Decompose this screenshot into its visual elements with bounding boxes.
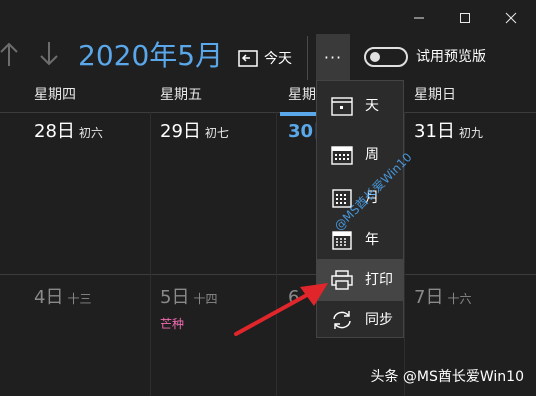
minimize-icon bbox=[414, 17, 424, 19]
close-button[interactable] bbox=[488, 4, 534, 32]
weekday-friday: 星期五 bbox=[160, 87, 202, 103]
menu-item-label: 年 bbox=[365, 232, 379, 248]
day-cell[interactable]: 4日 十三 bbox=[34, 286, 91, 311]
weekday-saturday: 星期 bbox=[288, 87, 316, 103]
solar-term-label: 芒种 bbox=[160, 317, 185, 331]
today-label: 今天 bbox=[264, 51, 292, 67]
day-view-icon bbox=[331, 97, 353, 116]
lunar-date: 初六 bbox=[78, 126, 103, 140]
day-cell[interactable]: 5日 十四 bbox=[160, 286, 217, 311]
day-number: 7日 bbox=[414, 287, 444, 308]
close-icon bbox=[505, 12, 517, 24]
minimize-button[interactable] bbox=[396, 4, 442, 32]
preview-toggle-label: 试用预览版 bbox=[416, 49, 486, 65]
lunar-date: 十三 bbox=[67, 292, 92, 306]
lunar-date: 初七 bbox=[204, 126, 229, 140]
day-cell[interactable]: 29日 初七 bbox=[160, 120, 229, 145]
calendar-today-icon bbox=[238, 50, 258, 67]
day-cell-today[interactable]: 30日 bbox=[288, 120, 316, 144]
day-number: 4日 bbox=[34, 287, 64, 308]
week-view-icon bbox=[331, 146, 353, 165]
day-number: 29日 bbox=[160, 121, 201, 142]
today-indicator bbox=[280, 112, 316, 116]
credit-text: 头条 @MS酋长爱Win10 bbox=[370, 369, 524, 385]
day-number: 5日 bbox=[160, 287, 190, 308]
more-options-button[interactable]: ··· bbox=[316, 34, 350, 80]
day-number: 30日 bbox=[288, 121, 316, 142]
day-cell[interactable]: 31日 初九 bbox=[414, 120, 483, 145]
arrow-down-icon bbox=[40, 42, 58, 66]
lunar-date: 初九 bbox=[458, 126, 483, 140]
maximize-icon bbox=[460, 13, 470, 23]
today-button[interactable]: 今天 bbox=[238, 44, 292, 72]
menu-item-label: 打印 bbox=[365, 272, 393, 288]
column-divider bbox=[276, 112, 277, 396]
menu-item-label: 周 bbox=[365, 147, 379, 163]
day-number: 31日 bbox=[414, 121, 455, 142]
month-title[interactable]: 2020年5月 bbox=[78, 38, 223, 74]
day-cell[interactable]: 7日 十六 bbox=[414, 286, 471, 311]
toolbar-divider bbox=[307, 36, 308, 80]
lunar-date: 十四 bbox=[193, 292, 218, 306]
toggle-knob bbox=[370, 52, 380, 62]
menu-item-year[interactable]: 年 bbox=[317, 219, 403, 261]
menu-item-label: 同步 bbox=[365, 312, 393, 328]
weekday-sunday: 星期日 bbox=[414, 87, 456, 103]
annotation-arrow bbox=[234, 283, 328, 336]
previous-button[interactable] bbox=[0, 40, 18, 75]
header-divider bbox=[0, 112, 536, 113]
column-divider bbox=[150, 112, 151, 396]
preview-toggle[interactable] bbox=[364, 47, 408, 67]
menu-item-day[interactable]: 天 bbox=[317, 85, 403, 127]
week-divider bbox=[0, 274, 536, 275]
day-number: 28日 bbox=[34, 121, 75, 142]
lunar-date: 十六 bbox=[447, 292, 472, 306]
day-cell[interactable]: 28日 初六 bbox=[34, 120, 103, 145]
maximize-button[interactable] bbox=[442, 4, 488, 32]
menu-item-label: 天 bbox=[365, 98, 379, 114]
weekday-thursday: 星期四 bbox=[34, 87, 76, 103]
arrow-up-icon bbox=[0, 42, 18, 66]
next-button[interactable] bbox=[40, 40, 58, 75]
